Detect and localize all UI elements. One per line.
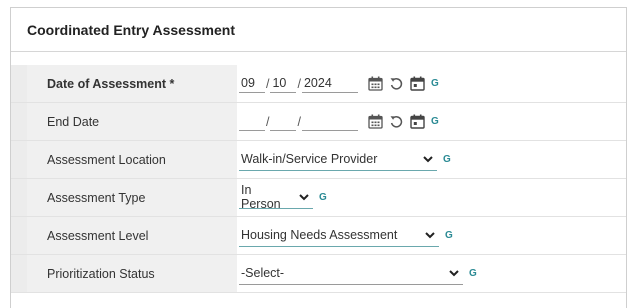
label-cell: End Date: [27, 103, 237, 140]
row-assessment-level: Assessment Level Housing Needs Assessmen…: [11, 217, 626, 255]
assessment-location-field: Walk-in/Service Provider G: [239, 141, 451, 178]
assessment-level-field: Housing Needs Assessment G: [239, 217, 453, 254]
calendar-today-icon[interactable]: [410, 114, 425, 129]
panel-title: Coordinated Entry Assessment: [27, 21, 235, 38]
panel-spacer: [11, 52, 626, 65]
assessment-level-label: Assessment Level: [47, 228, 149, 243]
g-link[interactable]: G: [445, 230, 453, 241]
date-separator: /: [297, 114, 301, 129]
assessment-level-select[interactable]: Housing Needs Assessment: [239, 225, 439, 247]
row-rail: [11, 141, 27, 178]
end-year-input[interactable]: [301, 112, 358, 131]
calendar-today-icon[interactable]: [410, 76, 425, 91]
row-rail: [11, 179, 27, 216]
chevron-down-icon: [449, 269, 459, 277]
date-separator: /: [266, 76, 270, 91]
assessment-month-input[interactable]: 09: [239, 74, 265, 93]
g-link[interactable]: G: [431, 116, 439, 127]
row-rail: [11, 217, 27, 254]
label-cell: Prioritization Status: [27, 255, 237, 292]
date-separator: /: [297, 76, 301, 91]
assessment-day-input[interactable]: 10: [270, 74, 297, 93]
assessment-type-label: Assessment Type: [47, 190, 146, 205]
assessment-location-label: Assessment Location: [47, 152, 166, 167]
assessment-location-select[interactable]: Walk-in/Service Provider: [239, 149, 437, 171]
end-date-field: / / G: [239, 103, 439, 140]
assessment-year-input[interactable]: 2024: [301, 74, 358, 93]
date-of-assessment-label: Date of Assessment *: [47, 76, 175, 91]
calendar-icon[interactable]: [368, 114, 383, 129]
undo-icon[interactable]: [389, 76, 404, 91]
date-separator: /: [266, 114, 270, 129]
row-rail: [11, 103, 27, 140]
row-assessment-location: Assessment Location Walk-in/Service Prov…: [11, 141, 626, 179]
assessment-location-value: Walk-in/Service Provider: [241, 152, 378, 166]
end-date-label: End Date: [47, 114, 100, 129]
calendar-icon[interactable]: [368, 76, 383, 91]
prioritization-status-select[interactable]: -Select-: [239, 263, 463, 285]
row-prioritization-status: Prioritization Status -Select- G: [11, 255, 626, 293]
row-end-date: End Date / / G: [11, 103, 626, 141]
end-day-input[interactable]: [270, 112, 297, 131]
panel-header: Coordinated Entry Assessment: [11, 8, 626, 52]
prioritization-status-label: Prioritization Status: [47, 266, 155, 281]
assessment-type-field: In Person G: [239, 179, 327, 216]
chevron-down-icon: [423, 155, 433, 163]
chevron-down-icon: [425, 231, 435, 239]
label-cell: Date of Assessment *: [27, 65, 237, 102]
row-rail: [11, 255, 27, 292]
end-month-input[interactable]: [239, 112, 265, 131]
g-link[interactable]: G: [431, 78, 439, 89]
prioritization-status-value: -Select-: [241, 266, 285, 280]
row-date-of-assessment: Date of Assessment * 09 / 10 / 2024 G: [11, 65, 626, 103]
label-cell: Assessment Location: [27, 141, 237, 178]
assessment-type-select[interactable]: In Person: [239, 183, 313, 211]
chevron-down-icon: [299, 193, 309, 201]
assessment-type-value: In Person: [241, 183, 281, 211]
coordinated-entry-panel: Coordinated Entry Assessment Date of Ass…: [10, 7, 627, 308]
date-of-assessment-field: 09 / 10 / 2024 G: [239, 65, 439, 102]
g-link[interactable]: G: [319, 192, 327, 203]
row-rail: [11, 65, 27, 102]
assessment-level-value: Housing Needs Assessment: [241, 228, 398, 242]
g-link[interactable]: G: [443, 154, 451, 165]
undo-icon[interactable]: [389, 114, 404, 129]
label-cell: Assessment Level: [27, 217, 237, 254]
row-assessment-type: Assessment Type In Person G: [11, 179, 626, 217]
prioritization-status-field: -Select- G: [239, 255, 477, 292]
g-link[interactable]: G: [469, 268, 477, 279]
label-cell: Assessment Type: [27, 179, 237, 216]
